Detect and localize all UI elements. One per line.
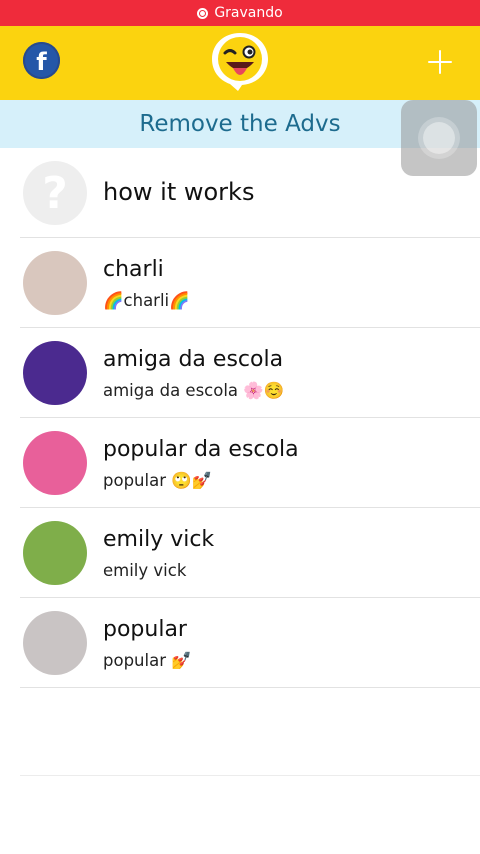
contact-name: popular da escola <box>103 437 299 462</box>
avatar <box>23 611 87 675</box>
contact-subtitle: emily vick <box>103 561 187 580</box>
contact-name: amiga da escola <box>103 347 284 372</box>
facebook-button[interactable]: f <box>23 42 60 79</box>
record-icon <box>197 7 209 19</box>
recording-label: Gravando <box>214 5 283 21</box>
app-logo-icon <box>212 33 268 91</box>
avatar <box>23 431 87 495</box>
question-icon: ? <box>23 161 87 225</box>
contact-name: charli <box>103 257 164 282</box>
remove-ads-label: Remove the Advs <box>139 111 341 137</box>
contact-subtitle: amiga da escola 🌸☺️ <box>103 381 285 400</box>
avatar <box>23 341 87 405</box>
app-header: f <box>0 26 480 100</box>
contact-name: emily vick <box>103 527 215 552</box>
how-it-works-label: how it works <box>103 178 255 206</box>
facebook-icon: f <box>36 47 47 76</box>
how-it-works-row[interactable]: ? how it works <box>0 148 480 238</box>
recording-status-bar: Gravando <box>0 0 480 26</box>
add-button[interactable] <box>424 46 456 78</box>
contact-subtitle: popular 💅 <box>103 651 192 670</box>
row-divider <box>20 687 480 688</box>
contact-row-popular[interactable]: popular popular 💅 <box>0 598 480 688</box>
contact-row-charli[interactable]: charli 🌈charli🌈 <box>0 238 480 328</box>
contact-row-popular-da-escola[interactable]: popular da escola popular 🙄💅 <box>0 418 480 508</box>
contact-name: popular <box>103 617 187 642</box>
contact-subtitle: popular 🙄💅 <box>103 471 213 490</box>
avatar <box>23 521 87 585</box>
contact-row-emily-vick[interactable]: emily vick emily vick <box>0 508 480 598</box>
contact-row-amiga-da-escola[interactable]: amiga da escola amiga da escola 🌸☺️ <box>0 328 480 418</box>
list-end-divider <box>20 775 480 776</box>
avatar <box>23 251 87 315</box>
contact-subtitle: 🌈charli🌈 <box>103 291 190 310</box>
